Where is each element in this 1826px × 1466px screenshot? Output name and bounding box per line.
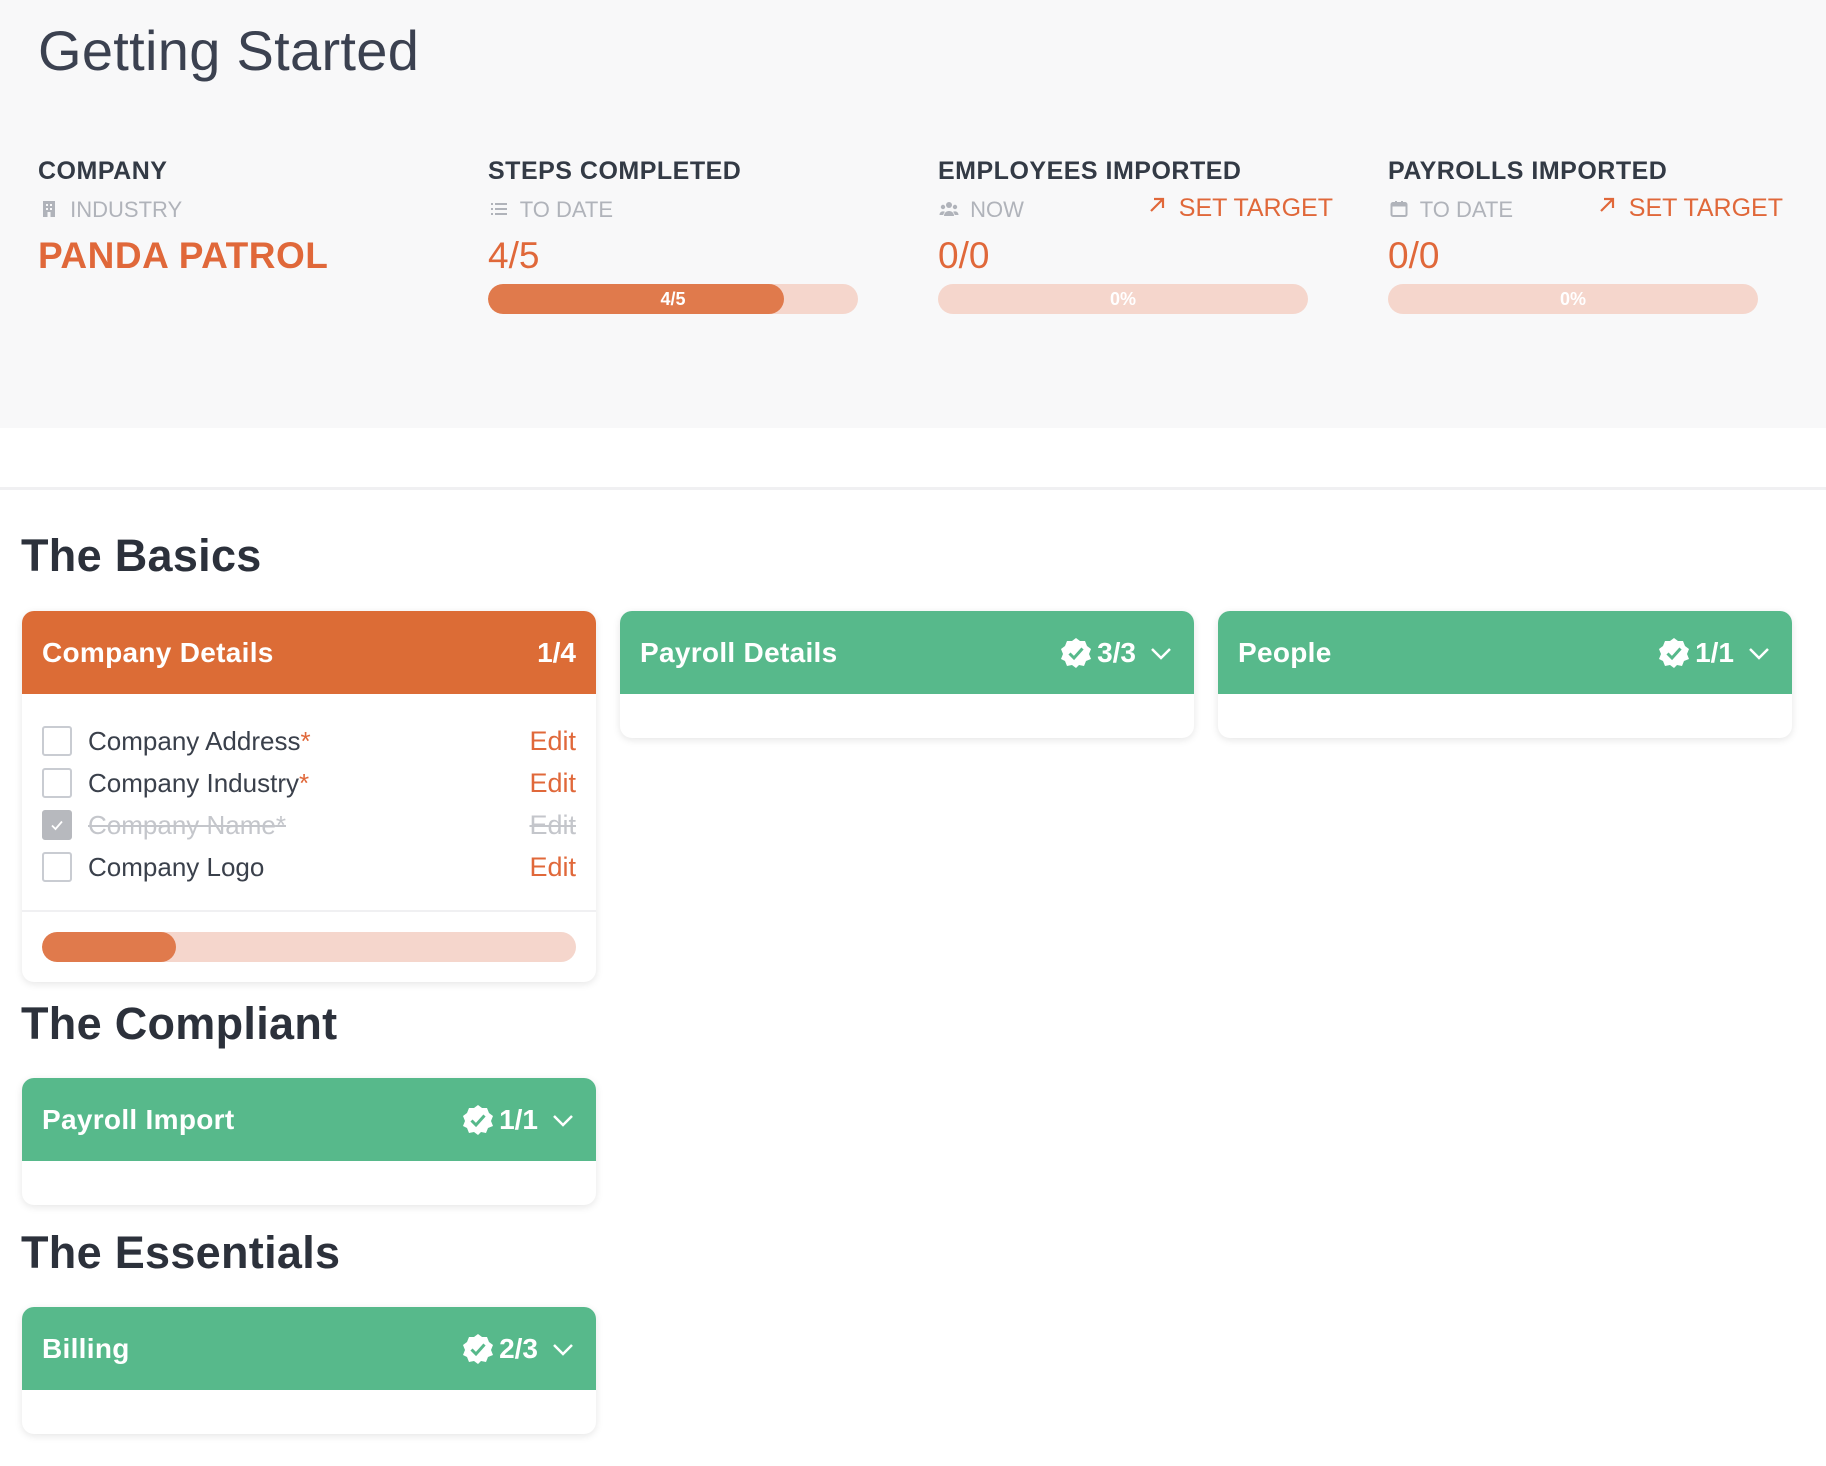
card-progress xyxy=(22,912,596,982)
stat-employees-imported: EMPLOYEES IMPORTED NOW SET TARGET 0/0 0% xyxy=(938,156,1333,314)
chevron-down-icon[interactable] xyxy=(1148,640,1174,666)
payrolls-progress-bar: 0% xyxy=(1388,284,1758,314)
card-payroll-details: Payroll Details 3/3 xyxy=(620,611,1194,738)
chevron-down-icon[interactable] xyxy=(1746,640,1772,666)
edit-link[interactable]: Edit xyxy=(529,810,576,841)
edit-link[interactable]: Edit xyxy=(529,852,576,883)
card-count: 1/1 xyxy=(499,1103,538,1135)
check-badge-icon xyxy=(463,1104,494,1135)
task-checkbox[interactable] xyxy=(42,726,72,756)
task-company-address: Company Address* Edit xyxy=(42,720,576,762)
stat-sub-label: INDUSTRY xyxy=(70,197,183,222)
task-checkbox[interactable] xyxy=(42,768,72,798)
card-title: Billing xyxy=(42,1332,130,1364)
card-header[interactable]: Company Details 1/4 xyxy=(22,611,596,694)
set-target-label: SET TARGET xyxy=(1628,194,1783,222)
stat-steps-completed: STEPS COMPLETED TO DATE 4/5 4/5 xyxy=(488,156,858,314)
page-title: Getting Started xyxy=(38,19,420,82)
progress-label: 0% xyxy=(1109,289,1136,309)
card-header[interactable]: People 1/1 xyxy=(1218,611,1792,694)
task-checkbox[interactable] xyxy=(42,852,72,882)
stat-sub-label: TO DATE xyxy=(1419,197,1514,222)
steps-progress-bar: 4/5 xyxy=(488,284,858,314)
set-target-label: SET TARGET xyxy=(1178,194,1333,222)
card-body xyxy=(620,694,1194,738)
set-target-payrolls-button[interactable]: SET TARGET xyxy=(1597,193,1783,223)
card-count: 1/1 xyxy=(1695,636,1734,668)
section-title-compliant: The Compliant xyxy=(21,998,338,1049)
stat-sub-label: NOW xyxy=(970,197,1024,222)
task-checkbox[interactable] xyxy=(42,810,72,840)
check-badge-icon xyxy=(1659,637,1690,668)
stat-payrolls-imported: PAYROLLS IMPORTED TO DATE SET TARGET 0/0… xyxy=(1388,156,1783,314)
check-badge-icon xyxy=(1061,637,1092,668)
building-icon xyxy=(43,201,55,217)
stat-label: EMPLOYEES IMPORTED xyxy=(938,157,1242,185)
list-icon xyxy=(491,203,507,215)
chevron-down-icon[interactable] xyxy=(550,1336,576,1362)
task-label: Company Name* xyxy=(88,809,286,840)
stat-label: PAYROLLS IMPORTED xyxy=(1388,157,1668,185)
stat-company: COMPANY INDUSTRY PANDA PATROL xyxy=(38,156,433,278)
card-title: Payroll Import xyxy=(42,1103,235,1135)
company-details-progress-bar xyxy=(42,932,576,962)
stat-sub: NOW SET TARGET xyxy=(938,193,1333,224)
task-label: Company Industry* xyxy=(88,767,310,798)
card-title: Company Details xyxy=(42,636,274,668)
progress-label: 4/5 xyxy=(660,289,686,309)
progress-fill xyxy=(42,932,176,962)
card-count: 3/3 xyxy=(1097,636,1136,668)
arrow-up-right-icon xyxy=(1150,197,1164,212)
stat-label: STEPS COMPLETED xyxy=(488,157,742,185)
company-name: PANDA PATROL xyxy=(38,235,329,276)
stat-sub: INDUSTRY xyxy=(38,196,433,224)
section-title-basics: The Basics xyxy=(21,530,262,581)
card-body xyxy=(22,1390,596,1434)
edit-link[interactable]: Edit xyxy=(529,726,576,757)
summary-header: Getting Started COMPANY INDUSTRY PANDA P… xyxy=(0,0,1826,428)
stat-label: COMPANY xyxy=(38,157,168,185)
chevron-down-icon[interactable] xyxy=(550,1107,576,1133)
section-title-essentials: The Essentials xyxy=(21,1227,341,1278)
stat-sub: TO DATE SET TARGET xyxy=(1388,193,1783,224)
card-header[interactable]: Payroll Details 3/3 xyxy=(620,611,1194,694)
task-company-logo: Company Logo Edit xyxy=(42,846,576,888)
checkmark-icon xyxy=(51,820,63,831)
progress-label: 0% xyxy=(1559,289,1586,309)
task-company-industry: Company Industry* Edit xyxy=(42,762,576,804)
employees-progress-bar: 0% xyxy=(938,284,1308,314)
card-title: Payroll Details xyxy=(640,636,838,668)
edit-link[interactable]: Edit xyxy=(529,768,576,799)
employees-value: 0/0 xyxy=(938,235,990,276)
card-body xyxy=(22,1161,596,1205)
task-label: Company Logo xyxy=(88,851,265,882)
stat-sub: TO DATE xyxy=(488,196,858,224)
card-company-details: Company Details 1/4 Company Address* Edi… xyxy=(22,611,596,982)
calendar-icon xyxy=(1390,201,1408,217)
card-billing: Billing 2/3 xyxy=(22,1307,596,1434)
card-title: People xyxy=(1238,636,1332,668)
payrolls-value: 0/0 xyxy=(1388,235,1440,276)
arrow-up-right-icon xyxy=(1600,197,1614,212)
set-target-employees-button[interactable]: SET TARGET xyxy=(1147,193,1333,223)
card-body xyxy=(1218,694,1792,738)
check-badge-icon xyxy=(463,1333,494,1364)
stat-sub-label: TO DATE xyxy=(519,197,614,222)
card-header[interactable]: Payroll Import 1/1 xyxy=(22,1078,596,1161)
card-count: 2/3 xyxy=(499,1332,538,1364)
steps-value: 4/5 xyxy=(488,235,540,276)
card-count: 1/4 xyxy=(537,636,576,668)
users-icon xyxy=(939,202,959,216)
task-company-name: Company Name* Edit xyxy=(42,804,576,846)
task-label: Company Address* xyxy=(88,725,311,756)
card-payroll-import: Payroll Import 1/1 xyxy=(22,1078,596,1205)
section-divider xyxy=(0,487,1826,490)
card-header[interactable]: Billing 2/3 xyxy=(22,1307,596,1390)
card-people: People 1/1 xyxy=(1218,611,1792,738)
task-list: Company Address* Edit Company Industry* … xyxy=(22,694,596,900)
